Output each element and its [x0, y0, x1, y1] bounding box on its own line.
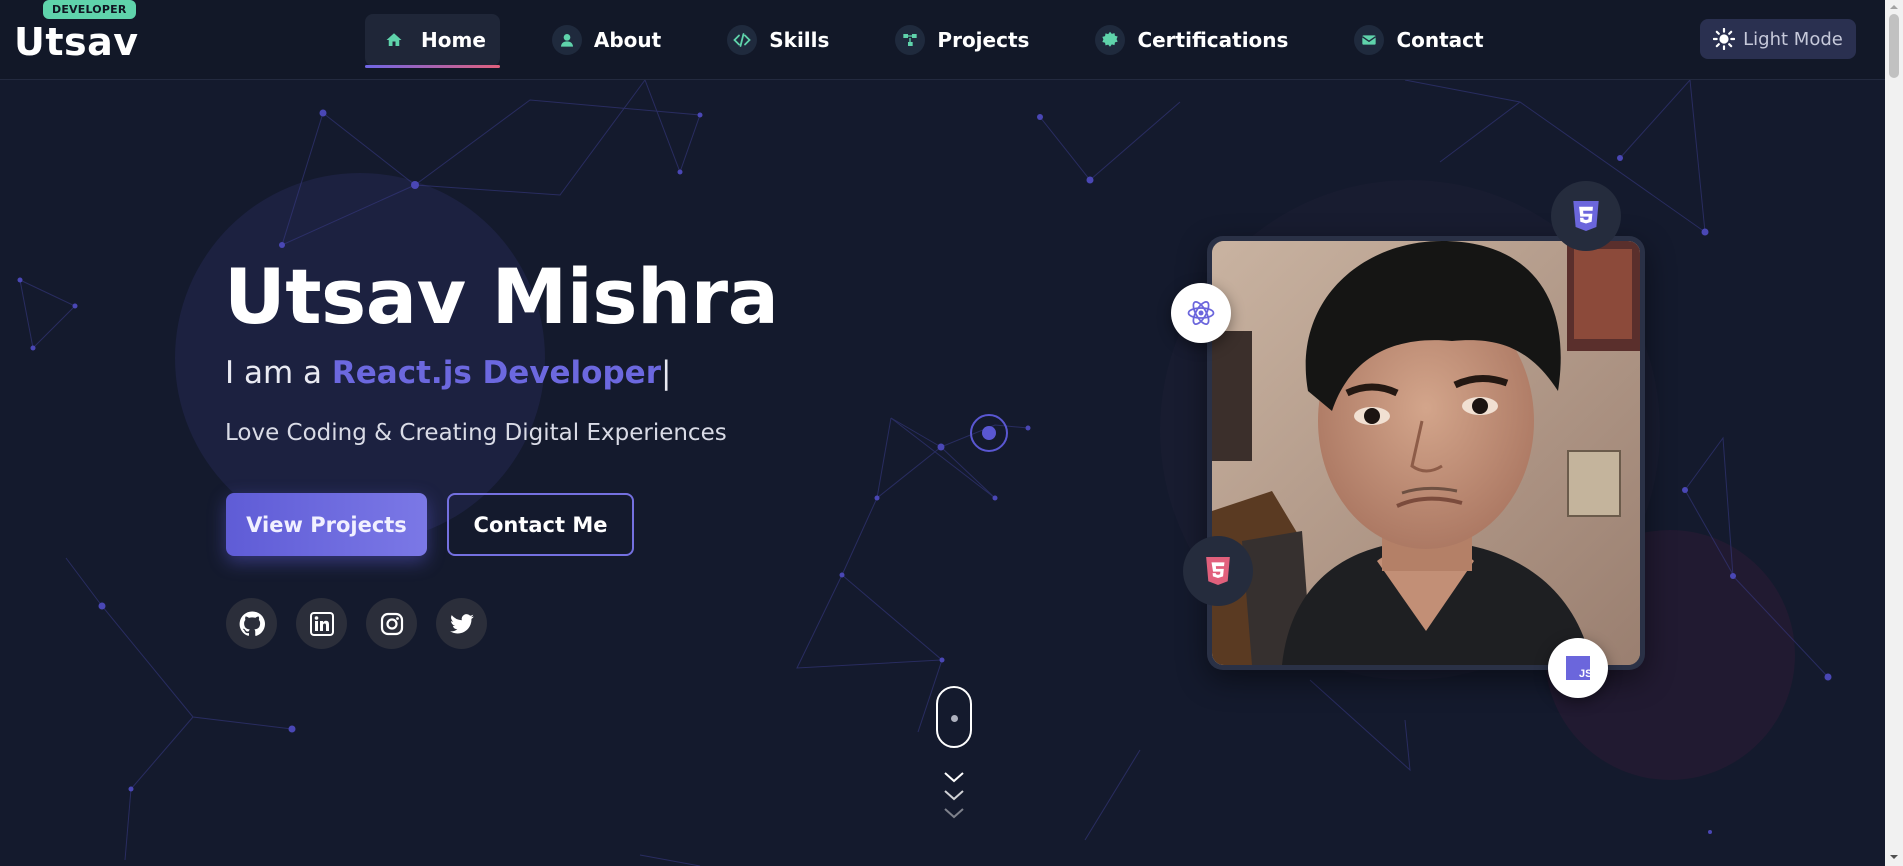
- chevron-down-icon: [944, 772, 964, 819]
- role-prefix: I am a: [225, 355, 332, 391]
- js-icon: JS: [1548, 638, 1608, 698]
- hero-role: I am a React.js Developer|: [225, 355, 671, 391]
- nav-item-certifications[interactable]: Certifications: [1081, 14, 1302, 66]
- brand-logo[interactable]: DEVELOPER Utsav: [14, 0, 139, 64]
- github-icon[interactable]: [226, 598, 277, 649]
- profile-photo: [1212, 241, 1640, 665]
- brand-name: Utsav: [14, 20, 139, 64]
- nav-label-skills: Skills: [769, 28, 830, 52]
- view-projects-button[interactable]: View Projects: [226, 493, 427, 556]
- nav-item-about[interactable]: About: [538, 14, 675, 66]
- role-highlight: React.js Developer: [331, 355, 661, 391]
- nav-label-projects: Projects: [937, 28, 1030, 52]
- mail-icon: [1354, 25, 1385, 55]
- nav-item-home[interactable]: Home: [365, 14, 500, 68]
- scroll-down-indicator[interactable]: [936, 686, 972, 748]
- instagram-icon[interactable]: [366, 598, 417, 649]
- scroll-up-arrow-icon[interactable]: [1889, 2, 1899, 12]
- css3-icon: [1183, 536, 1253, 606]
- twitter-icon[interactable]: [436, 598, 487, 649]
- profile-photo-frame: [1207, 236, 1645, 670]
- project-icon: [895, 25, 926, 55]
- nav-item-projects[interactable]: Projects: [881, 14, 1043, 66]
- nav-label-about: About: [593, 28, 662, 52]
- react-icon: [1171, 283, 1231, 343]
- scrollbar-thumb[interactable]: [1889, 14, 1899, 78]
- nav-item-skills[interactable]: Skills: [713, 14, 843, 66]
- js-icon-text: JS: [1579, 668, 1590, 680]
- theme-toggle-label: Light Mode: [1743, 28, 1843, 50]
- badge-icon: [1095, 25, 1126, 55]
- contact-me-button[interactable]: Contact Me: [447, 493, 634, 556]
- linkedin-icon[interactable]: [296, 598, 347, 649]
- theme-toggle-button[interactable]: Light Mode: [1700, 19, 1856, 59]
- typing-cursor: |: [660, 355, 672, 391]
- nav-item-contact[interactable]: Contact: [1340, 14, 1497, 66]
- nav-links: Home About Skills Projects Certification…: [365, 14, 1536, 68]
- page-scrollbar[interactable]: [1885, 0, 1903, 866]
- scroll-wheel-dot: [951, 715, 958, 722]
- nav-label-home: Home: [421, 28, 486, 52]
- decor-dot: [970, 414, 1008, 452]
- hero-name: Utsav Mishra: [224, 252, 779, 341]
- nav-label-certifications: Certifications: [1137, 28, 1289, 52]
- developer-badge: DEVELOPER: [43, 0, 136, 19]
- home-icon: [379, 25, 409, 55]
- user-icon: [551, 25, 582, 55]
- top-navbar: DEVELOPER Utsav Home About Skills Projec…: [0, 0, 1885, 80]
- social-links: [226, 598, 506, 649]
- sun-icon: [1713, 28, 1736, 50]
- scroll-down-arrow-icon[interactable]: [1889, 852, 1899, 862]
- hero-tagline: Love Coding & Creating Digital Experienc…: [225, 420, 727, 446]
- code-icon: [727, 25, 758, 55]
- html5-icon: [1551, 181, 1621, 251]
- nav-label-contact: Contact: [1396, 28, 1484, 52]
